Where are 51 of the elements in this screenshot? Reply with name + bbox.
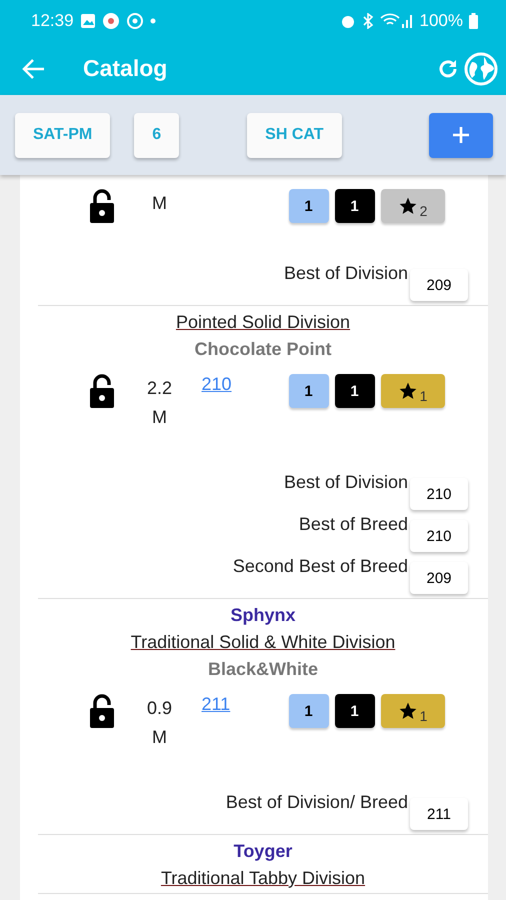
- star-icon: [398, 381, 418, 401]
- globe-icon[interactable]: [464, 52, 498, 86]
- plus-icon: [451, 125, 471, 145]
- color-name: Chocolate Point: [194, 339, 332, 360]
- award-label: Best of Division: [284, 472, 408, 493]
- ring-badge[interactable]: 1: [288, 694, 328, 728]
- battery-text: 100%: [420, 11, 463, 31]
- add-button[interactable]: [429, 112, 493, 158]
- count-badge[interactable]: 1: [334, 694, 374, 728]
- color-name: Black&White: [208, 659, 318, 680]
- clock-text: 12:39: [31, 11, 74, 31]
- award-number-field[interactable]: 210: [410, 478, 468, 510]
- catalog-number-link[interactable]: 210: [202, 374, 232, 394]
- padlock-open-icon[interactable]: [88, 189, 116, 223]
- star-icon: [398, 701, 418, 721]
- star-icon: [398, 196, 418, 216]
- app-icon: [102, 12, 120, 30]
- award-number-field[interactable]: 209: [410, 269, 468, 301]
- star-badge[interactable]: 1: [380, 374, 444, 408]
- screen-title: Catalog: [83, 55, 168, 82]
- image-icon: [80, 13, 96, 29]
- star-badge[interactable]: 2: [380, 189, 444, 223]
- bluetooth-icon: [362, 13, 374, 29]
- padlock-open-icon[interactable]: [88, 694, 116, 728]
- catalog-number-link[interactable]: 211: [202, 694, 230, 714]
- division-name: Pointed Solid Division: [176, 312, 350, 333]
- division-name: Traditional Solid & White Division: [130, 632, 396, 653]
- breed-name: Sphynx: [230, 605, 296, 626]
- count-badge[interactable]: 1: [334, 189, 374, 223]
- award-label: Second Best of Breed: [232, 556, 408, 577]
- battery-icon: [469, 13, 478, 29]
- breed-name: Toyger: [234, 841, 292, 862]
- age-text: 0.9 M: [146, 697, 174, 749]
- app-icon: [126, 12, 144, 30]
- age-text: 2.2 M: [146, 377, 174, 429]
- award-label: Best of Division: [284, 263, 408, 284]
- award-label: Best of Breed: [298, 514, 408, 535]
- division-name: Traditional Tabby Division: [160, 868, 366, 889]
- wifi-signal-icon: [380, 13, 414, 29]
- count-badge[interactable]: 1: [334, 374, 374, 408]
- dot-icon: [150, 18, 156, 24]
- padlock-open-icon[interactable]: [88, 374, 116, 408]
- ring-badge[interactable]: 1: [288, 374, 328, 408]
- award-number-field[interactable]: 211: [410, 798, 468, 830]
- age-text: M: [151, 192, 168, 215]
- award-number-field[interactable]: 210: [410, 520, 468, 552]
- award-number-field[interactable]: 209: [410, 562, 468, 594]
- ring-badge[interactable]: 1: [288, 189, 328, 223]
- back-arrow-icon[interactable]: [22, 58, 46, 80]
- star-badge[interactable]: 1: [380, 694, 444, 728]
- award-label: Best of Division/ Breed: [226, 792, 408, 813]
